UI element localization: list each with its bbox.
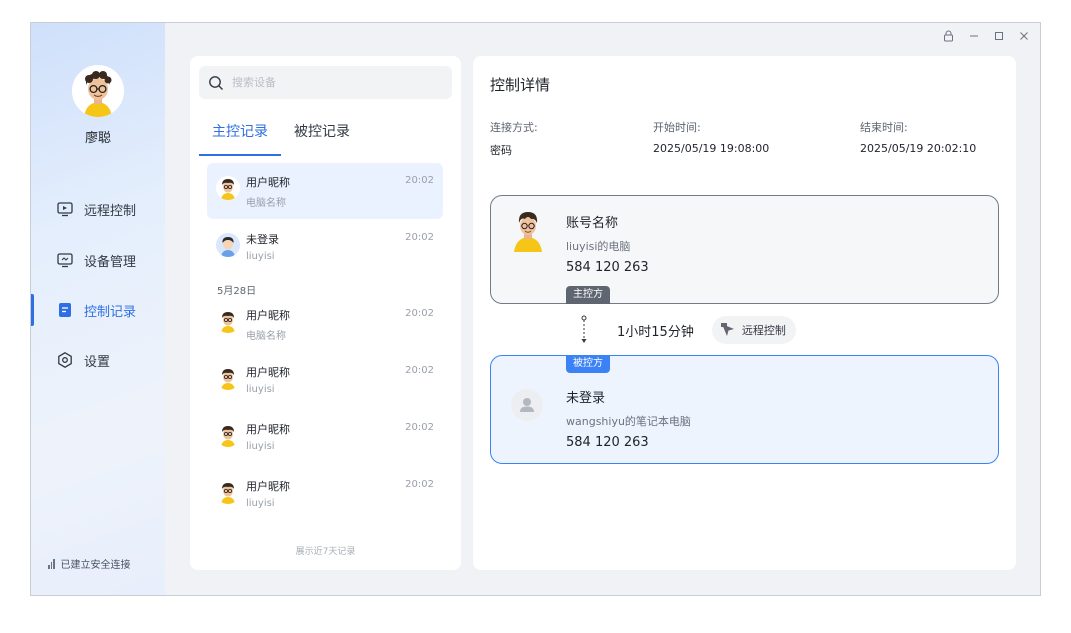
close-icon (1019, 32, 1028, 40)
record-device: liuyisi (246, 441, 275, 452)
record-name: 用户昵称 (246, 309, 290, 322)
nav-device-management[interactable]: 设备管理 (31, 244, 165, 276)
connection-arrow-icon (581, 315, 587, 343)
record-device: 电脑名称 (246, 198, 286, 209)
nav-label: 设置 (84, 354, 111, 370)
record-name: 用户昵称 (246, 423, 290, 436)
nav-settings[interactable]: 设置 (31, 344, 165, 376)
session-duration: 1小时15分钟 (617, 324, 694, 340)
record-device: liuyisi (246, 498, 275, 509)
lock-icon (944, 30, 953, 42)
controller-role-badge: 主控方 (566, 286, 610, 304)
minimize-icon (969, 35, 978, 37)
meta-value: 2025/05/19 19:08:00 (653, 142, 770, 155)
date-group-label: 5月28日 (217, 286, 257, 297)
tab-controlled-records[interactable]: 被控记录 (281, 122, 363, 156)
meta-value: 2025/05/19 20:02:10 (860, 142, 977, 155)
controlled-device: wangshiyu的笔记本电脑 (566, 415, 691, 428)
record-avatar (216, 233, 240, 257)
record-time: 20:02 (405, 365, 434, 376)
cursor-icon (720, 323, 734, 336)
record-avatar (216, 366, 240, 390)
start-time: 开始时间: 2025/05/19 19:08:00 (653, 119, 769, 155)
record-tabs: 主控记录 被控记录 (199, 122, 363, 156)
end-time: 结束时间: 2025/05/19 20:02:10 (860, 119, 976, 155)
records-list-panel: 主控记录 被控记录 用户昵称 电脑名称 20:02 未登录 liuyisi 20… (190, 56, 461, 570)
controller-avatar (511, 208, 545, 252)
meta-value: 密码 (490, 144, 512, 157)
detail-title: 控制详情 (490, 76, 551, 94)
record-time: 20:02 (405, 422, 434, 433)
record-device: liuyisi (246, 384, 275, 395)
controlled-card: 被控方 未登录 wangshiyu的笔记本电脑 584 120 263 (490, 355, 999, 464)
list-item[interactable]: 用户昵称 liuyisi 20:02 (207, 410, 443, 466)
app-window: 廖聪 远程控制 设备管理 控制记录 设置 已建立安全连接 搜索设备 主控记录 被… (30, 22, 1041, 596)
status-text: 已建立安全连接 (60, 560, 131, 571)
default-user-icon (511, 389, 543, 421)
record-time: 20:02 (405, 232, 434, 243)
session-duration-row: 1小时15分钟 远程控制 (579, 315, 796, 345)
remote-control-label: 远程控制 (741, 324, 786, 337)
controlled-name: 未登录 (566, 391, 606, 406)
controller-card: 账号名称 liuyisi的电脑 584 120 263 主控方 (490, 195, 999, 304)
record-name: 用户昵称 (246, 176, 290, 189)
nav-label: 控制记录 (84, 304, 137, 320)
maximize-button[interactable] (988, 27, 1009, 45)
signal-icon (48, 558, 55, 569)
remote-desktop-icon (55, 199, 75, 219)
maximize-icon (994, 32, 1003, 40)
record-avatar (216, 176, 240, 200)
meta-label: 开始时间: (653, 121, 701, 134)
window-controls (938, 27, 1034, 45)
nav-control-records[interactable]: 控制记录 (31, 294, 165, 326)
list-item[interactable]: 用户昵称 liuyisi 20:02 (207, 467, 443, 523)
record-time: 20:02 (405, 308, 434, 319)
list-item[interactable]: 用户昵称 liuyisi 20:02 (207, 353, 443, 409)
record-device: liuyisi (246, 251, 275, 262)
user-avatar[interactable] (72, 65, 124, 117)
list-item[interactable]: 用户昵称 电脑名称 20:02 (207, 163, 443, 219)
tab-controller-records[interactable]: 主控记录 (199, 122, 281, 156)
username: 廖聪 (84, 131, 111, 146)
nav-remote-control[interactable]: 远程控制 (31, 193, 165, 225)
controlled-role-badge: 被控方 (566, 355, 610, 373)
search-box[interactable] (199, 66, 452, 99)
close-button[interactable] (1013, 27, 1034, 45)
connection-method: 连接方式: 密码 (490, 119, 538, 158)
nav-label: 设备管理 (84, 254, 137, 270)
sidebar: 廖聪 远程控制 设备管理 控制记录 设置 已建立安全连接 (31, 23, 165, 595)
nav-label: 远程控制 (84, 203, 137, 219)
controller-name: 账号名称 (566, 216, 619, 231)
controller-device: liuyisi的电脑 (566, 240, 631, 253)
meta-label: 结束时间: (860, 121, 908, 134)
search-icon (209, 75, 223, 90)
control-detail-panel: 控制详情 连接方式: 密码 开始时间: 2025/05/19 19:08:00 … (473, 56, 1016, 570)
remote-control-button[interactable]: 远程控制 (711, 316, 796, 344)
connection-status: 已建立安全连接 (48, 556, 131, 571)
minimize-button[interactable] (963, 27, 984, 45)
record-device: 电脑名称 (246, 331, 286, 342)
controller-device-id: 584 120 263 (566, 260, 649, 275)
record-avatar (216, 309, 240, 333)
record-time: 20:02 (405, 479, 434, 490)
record-name: 用户昵称 (246, 480, 290, 493)
record-name: 用户昵称 (246, 366, 290, 379)
settings-icon (55, 350, 75, 370)
record-name: 未登录 (246, 233, 279, 246)
list-footer-note: 展示近7天记录 (295, 547, 356, 557)
search-input[interactable] (232, 76, 432, 89)
lock-button[interactable] (938, 27, 959, 45)
record-time: 20:02 (405, 175, 434, 186)
list-item[interactable]: 用户昵称 电脑名称 20:02 (207, 296, 443, 352)
document-icon (55, 300, 75, 320)
record-avatar (216, 423, 240, 447)
controlled-device-id: 584 120 263 (566, 435, 649, 450)
meta-label: 连接方式: (490, 121, 538, 134)
record-avatar (216, 480, 240, 504)
list-item[interactable]: 未登录 liuyisi 20:02 (207, 220, 443, 276)
monitor-icon (55, 250, 75, 270)
